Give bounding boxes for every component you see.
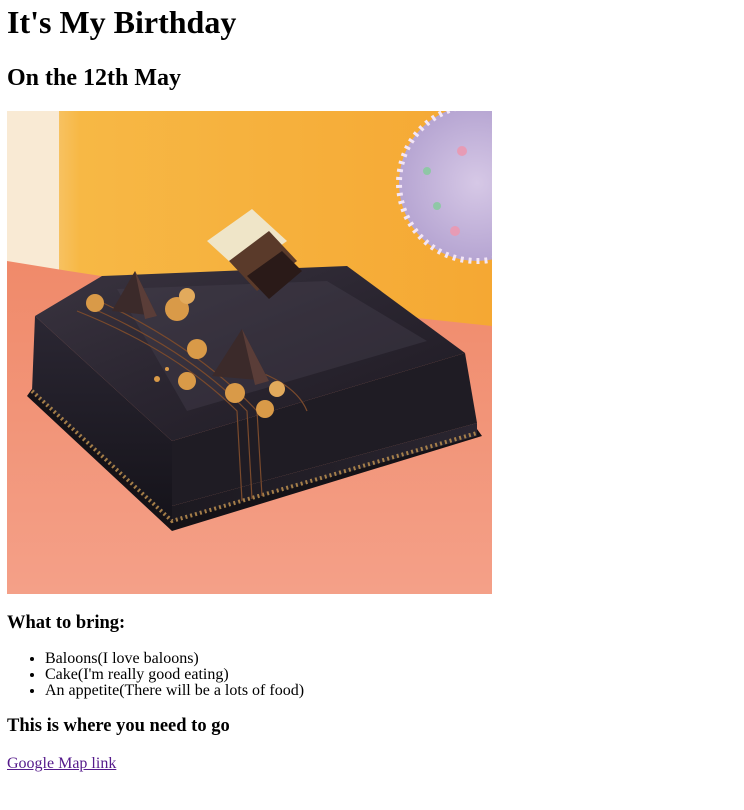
cake-image [7,111,492,594]
date-heading: On the 12th May [7,65,181,91]
list-item: Cake(I'm really good eating) [45,667,737,683]
page-content: It's My Birthday On the 12th May What to… [0,4,744,773]
list-item: An appetite(There will be a lots of food… [45,683,737,699]
bring-heading: What to bring: [7,613,126,633]
where-heading: This is where you need to go [7,716,230,736]
list-item: Baloons(I love baloons) [45,651,737,667]
page-title: It's My Birthday [7,4,237,40]
google-map-link[interactable]: Google Map link [7,755,116,773]
bring-list: Baloons(I love baloons) Cake(I'm really … [7,651,737,699]
